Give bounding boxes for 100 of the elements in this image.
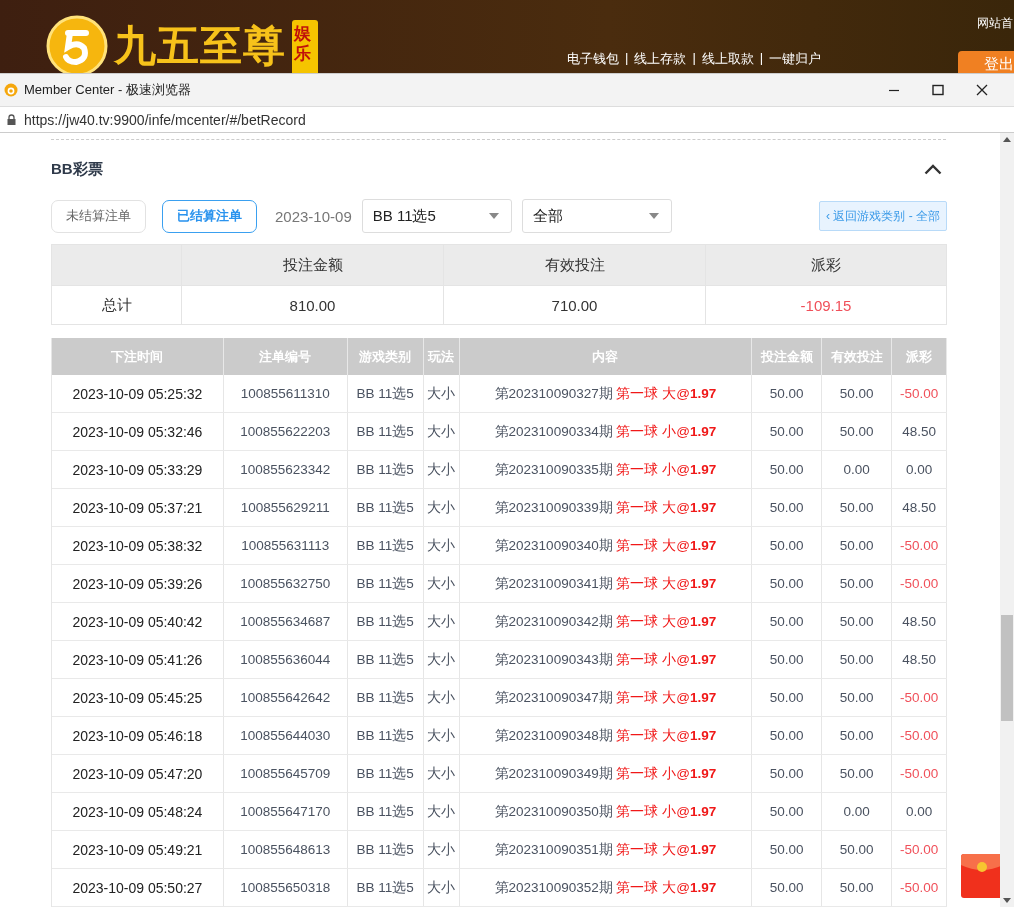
table-cell: 2023-10-09 05:32:46 — [52, 413, 224, 450]
nav-separator: | — [759, 50, 764, 67]
table-cell: 大小 — [423, 413, 460, 450]
table-cell: 第202310090343期 第一球 小@1.97 — [459, 641, 753, 678]
table-cell: 48.50 — [892, 413, 947, 450]
table-cell: 50.00 — [752, 793, 823, 830]
table-cell: 2023-10-09 05:46:18 — [52, 717, 224, 754]
table-cell: 50.00 — [822, 413, 893, 450]
table-cell: 50.00 — [752, 755, 823, 792]
table-cell: 50.00 — [752, 565, 823, 602]
table-cell: 48.50 — [892, 641, 947, 678]
scroll-down-icon[interactable] — [1003, 898, 1011, 903]
table-cell: BB 11选5 — [347, 489, 424, 526]
table-cell: 50.00 — [752, 717, 823, 754]
favicon-icon — [4, 83, 18, 97]
table-cell: BB 11选5 — [347, 451, 424, 488]
table-cell: 100855631113 — [223, 527, 348, 564]
table-cell: 48.50 — [892, 489, 947, 526]
table-cell: 2023-10-09 05:47:20 — [52, 755, 224, 792]
nav-link[interactable]: 线上取款 — [701, 50, 754, 68]
table-cell: 大小 — [423, 489, 460, 526]
table-cell: 大小 — [423, 869, 460, 906]
table-cell: BB 11选5 — [347, 755, 424, 792]
table-cell: 第202310090334期 第一球 小@1.97 — [459, 413, 753, 450]
url-text: https://jw40.tv:9900/infe/mcenter/#/betRecord — [24, 111, 306, 128]
table-cell: BB 11选5 — [347, 413, 424, 450]
table-cell: 第202310090339期 第一球 大@1.97 — [459, 489, 753, 526]
table-cell: 50.00 — [822, 641, 893, 678]
window-title: Member Center - 极速浏览器 — [24, 81, 192, 99]
table-header-cell: 派彩 — [705, 245, 946, 285]
table-cell: 100855647170 — [223, 793, 348, 830]
table-header-cell: 投注金额 — [181, 245, 443, 285]
table-cell: 2023-10-09 05:49:21 — [52, 831, 224, 868]
nav-link[interactable]: 电子钱包 — [567, 50, 619, 68]
table-cell: 50.00 — [822, 375, 893, 412]
table-cell: BB 11选5 — [347, 565, 424, 602]
table-cell: 50.00 — [752, 831, 823, 868]
table-cell: 50.00 — [752, 375, 823, 412]
table-cell: BB 11选5 — [347, 527, 424, 564]
table-cell: 2023-10-09 05:40:42 — [52, 603, 224, 640]
table-cell: 大小 — [423, 679, 460, 716]
table-cell: 2023-10-09 05:25:32 — [52, 375, 224, 412]
table-cell: -50.00 — [892, 755, 947, 792]
table-cell: -50.00 — [892, 527, 947, 564]
table-cell: 第202310090350期 第一球 小@1.97 — [459, 793, 753, 830]
table-cell: 第202310090349期 第一球 小@1.97 — [459, 755, 753, 792]
scrollbar[interactable] — [1000, 133, 1014, 907]
nav-separator: | — [692, 50, 696, 67]
table-cell: 2023-10-09 05:37:21 — [52, 489, 224, 526]
dropdown-caret-icon — [488, 213, 499, 219]
filter-tab[interactable]: 未结算注单 — [51, 199, 146, 233]
table-cell: 第202310090341期 第一球 大@1.97 — [459, 565, 753, 602]
table-cell: 50.00 — [822, 755, 893, 792]
table-cell: 大小 — [423, 527, 460, 564]
maximize-icon[interactable] — [932, 84, 944, 96]
nav-separator: | — [625, 50, 629, 67]
table-cell: 100855611310 — [223, 375, 348, 412]
game-select[interactable]: BB 11选5 — [361, 199, 512, 233]
table-cell: -50.00 — [892, 375, 947, 412]
table-cell: BB 11选5 — [347, 717, 424, 754]
nav-link[interactable]: 线上存款 — [634, 50, 687, 68]
table-cell: 第202310090335期 第一球 小@1.97 — [459, 451, 753, 488]
address-bar[interactable]: https://jw40.tv:9900/infe/mcenter/#/betRecord — [0, 106, 1014, 133]
table-cell: BB 11选5 — [347, 641, 424, 678]
table-cell: 50.00 — [822, 489, 893, 526]
table-cell: 100855650318 — [223, 869, 348, 906]
table-cell: 第202310090348期 第一球 大@1.97 — [459, 717, 753, 754]
chevron-up-icon[interactable] — [924, 164, 942, 175]
table-cell: 第202310090327期 第一球 大@1.97 — [459, 375, 753, 412]
table-cell: 100855636044 — [223, 641, 348, 678]
table-cell: 50.00 — [752, 527, 823, 564]
table-cell: 100855634687 — [223, 603, 348, 640]
table-cell: 第202310090347期 第一球 大@1.97 — [459, 679, 753, 716]
table-cell: BB 11选5 — [347, 831, 424, 868]
home-link[interactable]: 网站首 — [977, 15, 1013, 32]
table-cell: 50.00 — [752, 641, 823, 678]
close-icon[interactable] — [976, 84, 988, 96]
table-cell: BB 11选5 — [347, 375, 424, 412]
table-cell: 第202310090342期 第一球 大@1.97 — [459, 603, 753, 640]
table-cell: 100855642642 — [223, 679, 348, 716]
table-cell: 2023-10-09 05:38:32 — [52, 527, 224, 564]
table-cell: 0.00 — [822, 793, 893, 830]
table-cell: 100855622203 — [223, 413, 348, 450]
type-select[interactable]: 全部 — [521, 199, 672, 233]
dropdown-caret-icon — [648, 213, 659, 219]
table-cell: 50.00 — [752, 451, 823, 488]
nav-link[interactable]: 一键归户 — [769, 50, 822, 68]
logo-text: 九五至尊 — [114, 20, 286, 72]
table-cell: 0.00 — [892, 451, 947, 488]
table-cell: 大小 — [423, 717, 460, 754]
table-cell: 100855644030 — [223, 717, 348, 754]
scrollbar-thumb[interactable] — [1001, 615, 1013, 721]
table-cell: 2023-10-09 05:33:29 — [52, 451, 224, 488]
section-title: BB彩票 — [51, 160, 103, 179]
table-cell: 50.00 — [752, 603, 823, 640]
table-cell: BB 11选5 — [347, 793, 424, 830]
table-cell: -50.00 — [892, 717, 947, 754]
table-cell: 50.00 — [752, 679, 823, 716]
table-cell: 50.00 — [822, 869, 893, 906]
scroll-up-icon[interactable] — [1003, 137, 1011, 142]
